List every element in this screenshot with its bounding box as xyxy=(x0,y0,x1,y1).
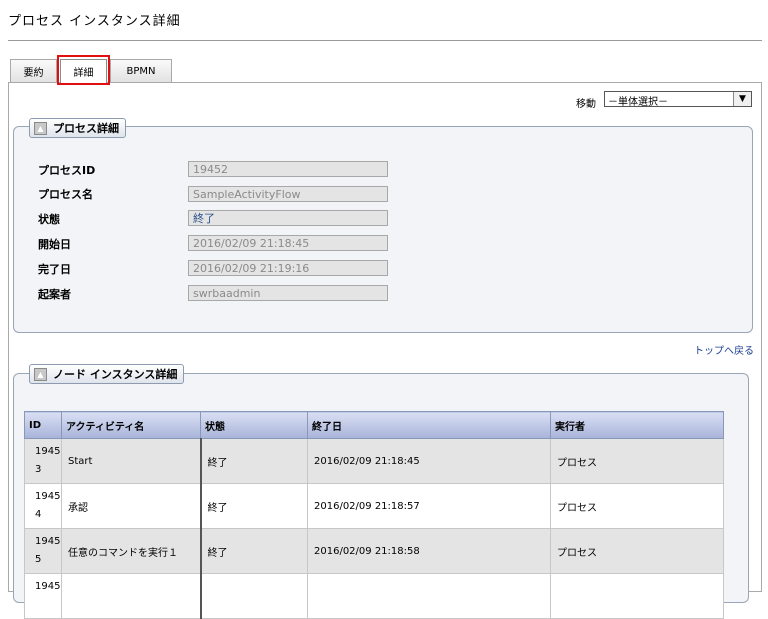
tab-bpmn[interactable]: BPMN xyxy=(110,59,172,82)
tab-summary[interactable]: 要約 xyxy=(10,59,57,82)
status-field: 終了 xyxy=(188,210,388,226)
cell-end-date: 2016/02/09 21:18:58 xyxy=(307,528,551,574)
node-instance-table: ID アクティビティ名 状態 終了日 実行者 1945 3 Start 終了 20… xyxy=(24,411,724,619)
title-divider xyxy=(8,40,762,41)
collapse-arrow-icon[interactable]: ▲ xyxy=(34,121,47,135)
cell-activity: Start xyxy=(61,438,201,484)
cell-activity xyxy=(61,573,201,619)
cell-executor: プロセス xyxy=(550,528,724,574)
cell-id: 1945 4 xyxy=(24,483,62,529)
table-row[interactable]: 1945 4 承認 終了 2016/02/09 21:18:57 プロセス xyxy=(24,483,724,529)
collapse-arrow-icon[interactable]: ▲ xyxy=(34,367,47,381)
table-row[interactable]: 1945 3 Start 終了 2016/02/09 21:18:45 プロセス xyxy=(24,438,724,484)
process-name-field: SampleActivityFlow xyxy=(188,186,388,202)
cell-status: 終了 xyxy=(199,483,308,529)
table-header-row: ID アクティビティ名 状態 終了日 実行者 xyxy=(24,411,724,439)
active-tab-highlight xyxy=(57,55,110,85)
cell-end-date xyxy=(307,573,551,619)
cell-status: 終了 xyxy=(199,528,308,574)
end-date-field: 2016/02/09 21:19:16 xyxy=(188,260,388,276)
node-detail-title: ノード インスタンス詳細 xyxy=(53,368,178,381)
start-date-field: 2016/02/09 21:18:45 xyxy=(188,235,388,251)
page-title: プロセス インスタンス詳細 xyxy=(8,14,181,29)
column-header-status[interactable]: 状態 xyxy=(200,411,308,439)
cell-status: 終了 xyxy=(199,438,308,484)
process-id-label: プロセスID xyxy=(38,164,96,177)
cell-executor xyxy=(550,573,724,619)
process-detail-section xyxy=(13,126,753,333)
cell-activity: 任意のコマンドを実行１ xyxy=(61,528,201,574)
cell-status xyxy=(199,573,308,619)
column-header-end-date[interactable]: 終了日 xyxy=(307,411,551,439)
cell-executor: プロセス xyxy=(550,438,724,484)
status-label: 状態 xyxy=(38,213,60,226)
cell-id: 1945 xyxy=(24,573,62,619)
drafter-label: 起案者 xyxy=(38,288,71,301)
move-select[interactable]: －単体選択－ ▼ xyxy=(604,91,752,108)
table-row[interactable]: 1945 xyxy=(24,573,724,619)
node-detail-legend[interactable]: ▲ ノード インスタンス詳細 xyxy=(29,364,185,384)
move-select-value: －単体選択－ xyxy=(608,97,668,108)
cell-end-date: 2016/02/09 21:18:45 xyxy=(307,438,551,484)
column-header-activity[interactable]: アクティビティ名 xyxy=(61,411,201,439)
cell-end-date: 2016/02/09 21:18:57 xyxy=(307,483,551,529)
process-detail-title: プロセス詳細 xyxy=(53,122,119,135)
back-to-top-link[interactable]: トップへ戻る xyxy=(694,342,754,357)
start-date-label: 開始日 xyxy=(38,238,71,251)
table-row[interactable]: 1945 5 任意のコマンドを実行１ 終了 2016/02/09 21:18:58… xyxy=(24,528,724,574)
cell-id: 1945 3 xyxy=(24,438,62,484)
column-header-id[interactable]: ID xyxy=(24,411,62,439)
column-header-executor[interactable]: 実行者 xyxy=(550,411,724,439)
cell-id: 1945 5 xyxy=(24,528,62,574)
process-detail-legend[interactable]: ▲ プロセス詳細 xyxy=(29,118,126,138)
process-name-label: プロセス名 xyxy=(38,188,93,201)
drafter-field: swrbaadmin xyxy=(188,285,388,301)
process-id-field: 19452 xyxy=(188,161,388,177)
cell-executor: プロセス xyxy=(550,483,724,529)
chevron-down-icon[interactable]: ▼ xyxy=(733,92,751,106)
end-date-label: 完了日 xyxy=(38,263,71,276)
move-label: 移動 xyxy=(576,99,596,110)
cell-activity: 承認 xyxy=(61,483,201,529)
